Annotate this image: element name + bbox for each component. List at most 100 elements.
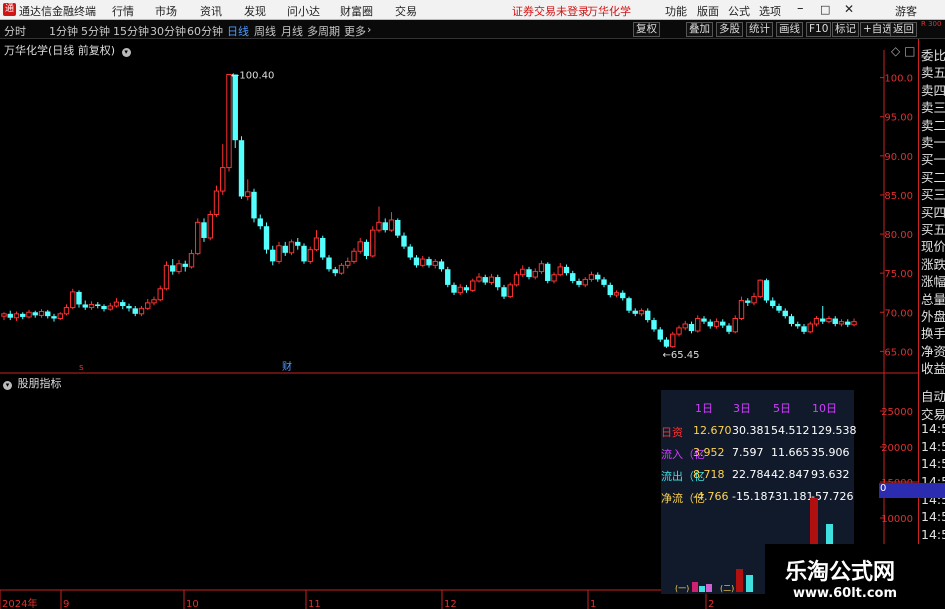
menu-hangqing[interactable]: 行情	[112, 3, 134, 19]
quote-label: 涨跌	[921, 256, 945, 272]
price-tick-label: 85.00	[884, 191, 913, 202]
menu-gongneng[interactable]: 功能	[665, 3, 687, 19]
cell-value: 22.784	[732, 468, 771, 481]
candle-body-up	[588, 274, 595, 280]
candle-body-up	[551, 274, 557, 282]
candle-body-down	[32, 312, 38, 316]
btn-biaoji[interactable]: 标记	[832, 22, 859, 37]
menu-zixun[interactable]: 资讯	[200, 3, 222, 19]
chevron-down-icon[interactable]: ▾	[3, 381, 12, 390]
quote-label: 总量	[921, 291, 945, 307]
cell-value: 8.718	[693, 468, 725, 481]
x-tick-label: 1	[590, 599, 596, 609]
btn-huaxian[interactable]: 画线	[776, 22, 803, 37]
candle-body-down	[688, 323, 695, 332]
cell-value: 30.381	[732, 424, 771, 437]
candle-body-down	[657, 329, 663, 340]
candle-body-down	[270, 249, 276, 262]
chevron-down-icon[interactable]: ▾	[121, 48, 131, 57]
menu-jiaoyi[interactable]: 交易	[395, 3, 417, 19]
tf-15min[interactable]: 15分钟	[113, 23, 149, 39]
candle-body-down	[438, 261, 445, 270]
cell-value: -15.187	[732, 490, 775, 503]
candle-body-up	[195, 221, 201, 255]
tf-1min[interactable]: 1分钟	[49, 23, 78, 39]
menu-xuanxiang[interactable]: 选项	[759, 3, 781, 19]
cell-value: 7.597	[732, 446, 764, 459]
candle-body-up	[88, 303, 95, 309]
candle-body-down	[238, 140, 245, 197]
candle-body-up	[826, 318, 832, 323]
candle-body-down	[232, 74, 238, 141]
candle-body-up	[432, 260, 438, 266]
candle-body-down	[395, 219, 401, 236]
btn-back[interactable]: 返回	[890, 22, 917, 37]
menu-caifuquan[interactable]: 财富圈	[340, 3, 373, 19]
candle-body-down	[132, 308, 138, 314]
btn-diejia[interactable]: 叠加	[686, 22, 713, 37]
candle-body-up	[613, 292, 620, 296]
menu-shichang[interactable]: 市场	[155, 3, 177, 19]
time-label: 14:56	[921, 421, 945, 437]
user-label[interactable]: 游客	[895, 3, 917, 19]
panel-controls: ◇ □	[891, 44, 915, 58]
time-label: 14:56	[921, 509, 945, 525]
candle-body-up	[213, 190, 220, 216]
tf-daily[interactable]: 日线	[227, 23, 249, 39]
menu-gongshi[interactable]: 公式	[728, 3, 750, 19]
candle-body-down	[326, 257, 332, 270]
menu-banmian[interactable]: 版面	[697, 3, 719, 19]
btn-duogu[interactable]: 多股	[716, 22, 743, 37]
watermark-url: www.60lt.com	[793, 586, 898, 601]
cell-value: 42.847	[771, 468, 810, 481]
candle-body-up	[188, 253, 195, 268]
col-10d: 10日	[812, 402, 837, 415]
candle-body-down	[95, 304, 101, 306]
price-tick-label: 90.00	[884, 152, 913, 163]
candle-body-down	[776, 306, 782, 311]
tf-weekly[interactable]: 周线	[254, 23, 276, 39]
quote-label: 净资	[921, 343, 945, 359]
close-icon[interactable]: ✕	[844, 2, 854, 16]
tf-multi[interactable]: 多周期	[307, 23, 340, 39]
candle-body-down	[788, 316, 795, 324]
chevron-right-icon[interactable]: ›	[367, 23, 371, 36]
maximize-icon[interactable]: □	[820, 3, 830, 16]
quote-label: 外盘	[921, 309, 945, 324]
tf-fenshi[interactable]: 分时	[4, 23, 26, 39]
bar-label-1: (一)	[675, 584, 690, 593]
square-icon[interactable]: □	[904, 44, 915, 58]
timeframe-bar: 分时 1分钟 5分钟 15分钟 30分钟 60分钟 日线 周线 月线 多周期 更…	[0, 20, 945, 39]
candle-body-down	[576, 280, 582, 285]
quote-label: 卖三	[921, 100, 945, 116]
btn-f10[interactable]: F10	[806, 22, 832, 37]
tf-5min[interactable]: 5分钟	[81, 23, 110, 39]
login-notice[interactable]: 证券交易未登录	[512, 3, 589, 19]
candle-body-down	[801, 326, 807, 332]
col-1d: 1日	[695, 402, 713, 415]
candle-body-up	[538, 263, 545, 273]
candle-body-up	[357, 241, 363, 252]
bar-2-outflow	[746, 575, 753, 592]
diamond-icon[interactable]: ◇	[891, 44, 900, 58]
quote-label: 卖四	[921, 82, 945, 98]
tf-monthly[interactable]: 月线	[281, 23, 303, 39]
menu-wenxiaoda[interactable]: 问小达	[287, 3, 320, 19]
minimize-icon[interactable]: –	[797, 1, 804, 16]
candle-body-up	[813, 318, 820, 325]
level-marker: 0	[879, 483, 945, 498]
quote-label: 买四	[921, 204, 945, 220]
menu-faxian[interactable]: 发现	[244, 3, 266, 19]
candle-body-down	[501, 287, 507, 297]
tf-30min[interactable]: 30分钟	[150, 23, 186, 39]
tf-60min[interactable]: 60分钟	[187, 23, 223, 39]
btn-tongji[interactable]: 统计	[746, 22, 773, 37]
stock-name: 万华化学	[587, 5, 631, 18]
candle-body-down	[526, 269, 532, 278]
candle-body-up	[70, 291, 76, 309]
candle-body-down	[770, 300, 776, 306]
tf-more[interactable]: 更多	[344, 23, 366, 39]
btn-fuquan[interactable]: 复权	[633, 22, 660, 37]
candle-body-up	[676, 327, 682, 335]
x-tick-label: 11	[308, 599, 321, 609]
